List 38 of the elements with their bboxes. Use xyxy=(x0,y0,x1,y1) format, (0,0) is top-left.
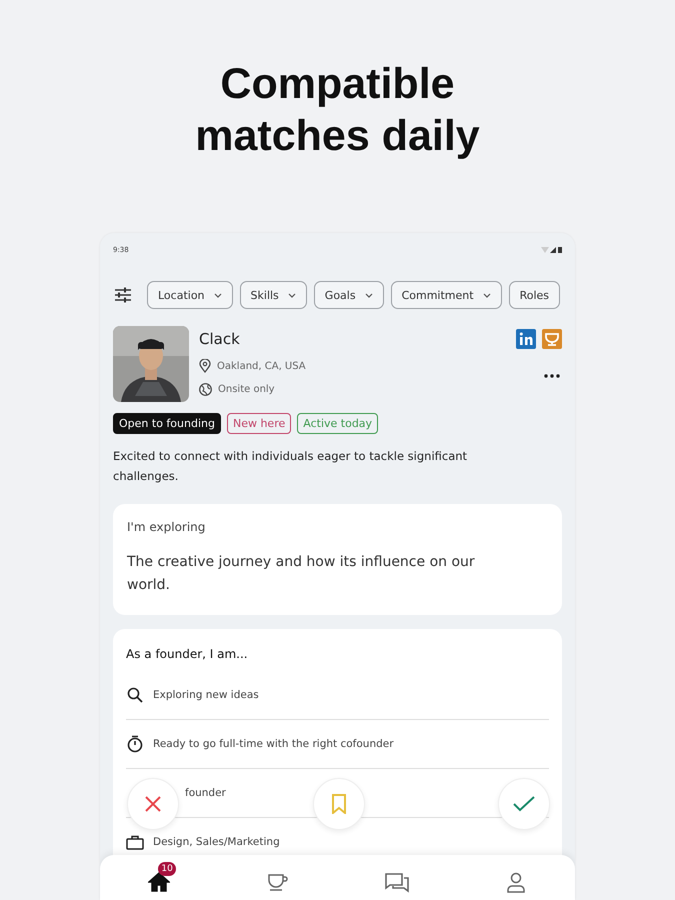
more-options-icon[interactable] xyxy=(544,374,560,378)
chevron-down-icon xyxy=(364,292,373,298)
founder-trait: Exploring new ideas xyxy=(153,689,259,701)
founder-trait: founder xyxy=(185,787,226,799)
status-tag: Active today xyxy=(297,413,378,434)
status-tag: New here xyxy=(226,413,292,434)
cup-badge-icon[interactable] xyxy=(542,329,562,349)
signal-battery-icon xyxy=(541,246,563,254)
headline: Compatible matches daily xyxy=(194,59,481,162)
founder-trait: Design, Sales/Marketing xyxy=(153,836,280,848)
filter-dropdown[interactable]: Location xyxy=(147,281,233,309)
exploring-text: The creative journey and how its influence on our world. xyxy=(127,553,476,595)
checkmark-icon xyxy=(513,796,535,812)
notification-badge: 10 xyxy=(158,862,176,876)
chevron-down-icon xyxy=(288,292,296,298)
profile-work-mode: Onsite only xyxy=(218,384,275,394)
location-pin-icon xyxy=(199,359,211,373)
founder-trait: Ready to go full-time with the right cofounder xyxy=(153,738,394,750)
bookmark-icon xyxy=(330,794,346,814)
search-icon xyxy=(127,687,143,703)
chevron-down-icon xyxy=(214,292,222,298)
filter-dropdown[interactable]: Roles xyxy=(508,281,560,309)
close-icon xyxy=(144,795,162,813)
profile-location: Oakland, CA, USA xyxy=(217,360,306,372)
filter-dropdown[interactable]: Commitment xyxy=(390,281,502,309)
globe-icon xyxy=(199,382,212,396)
status-tag: Open to founding xyxy=(113,413,221,434)
card-title: I'm exploring xyxy=(127,520,206,534)
filter-dropdown[interactable]: Skills xyxy=(240,281,307,309)
bio-text: Excited to connect with individuals eager to tackle significant challenges. xyxy=(113,448,468,485)
stopwatch-icon xyxy=(127,735,143,753)
chevron-down-icon xyxy=(482,292,491,298)
briefcase-icon xyxy=(126,834,144,850)
filter-dropdown[interactable]: Goals xyxy=(314,281,384,309)
profile-name: Clack xyxy=(199,330,241,350)
card-title: As a founder, I am... xyxy=(126,647,249,661)
filter-settings-icon[interactable] xyxy=(114,287,132,303)
linkedin-icon[interactable] xyxy=(516,329,536,349)
